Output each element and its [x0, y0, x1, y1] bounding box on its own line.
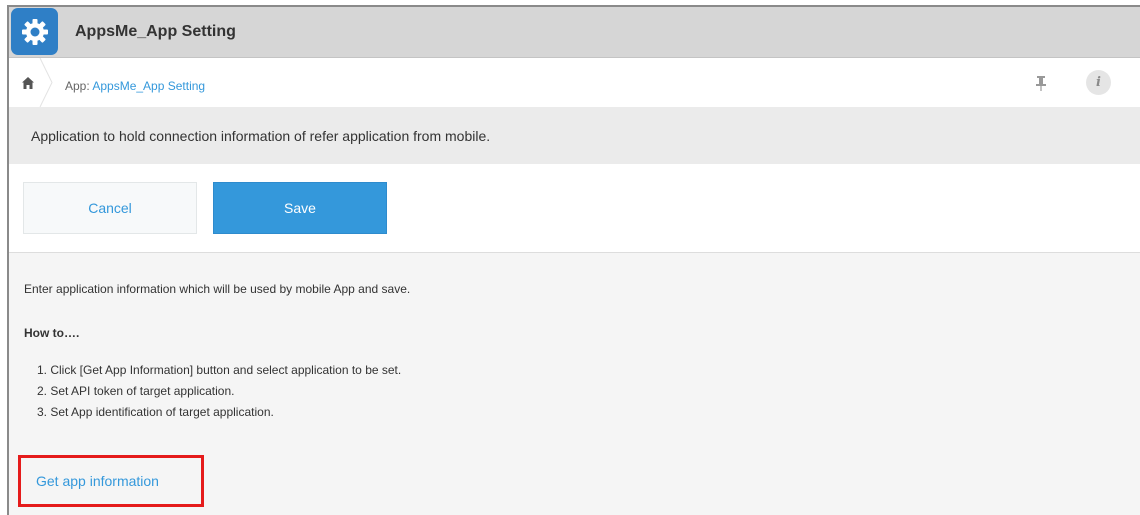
- settings-content: Enter application information which will…: [9, 253, 1140, 515]
- breadcrumb-current: App: AppsMe_App Setting: [65, 79, 205, 93]
- pin-icon-graphic: [1036, 76, 1046, 91]
- intro-text: Enter application information which will…: [24, 282, 411, 296]
- info-icon[interactable]: i: [1086, 70, 1111, 95]
- breadcrumb: App: AppsMe_App Setting i: [9, 58, 1140, 107]
- gear-icon[interactable]: [11, 8, 58, 55]
- gear-icon-graphic: [21, 18, 48, 45]
- step-item: 1. Click [Get App Information] button an…: [37, 363, 402, 377]
- app-window: AppsMe_App Setting App: AppsMe_App Setti…: [7, 5, 1140, 515]
- get-app-information-link[interactable]: Get app information: [36, 473, 159, 489]
- breadcrumb-prefix: App:: [65, 79, 93, 93]
- app-description: Application to hold connection informati…: [31, 128, 491, 144]
- get-app-info-highlight: Get app information: [18, 455, 204, 507]
- home-icon-graphic: [22, 76, 34, 89]
- app-description-bar: Application to hold connection informati…: [9, 107, 1140, 164]
- breadcrumb-app-link[interactable]: AppsMe_App Setting: [92, 79, 205, 93]
- save-button[interactable]: Save: [213, 182, 387, 234]
- title-bar: AppsMe_App Setting: [9, 7, 1140, 58]
- howto-heading: How to….: [24, 326, 80, 340]
- steps-list: 1. Click [Get App Information] button an…: [37, 360, 401, 423]
- step-item: 2. Set API token of target application.: [37, 384, 235, 398]
- step-item: 3. Set App identification of target appl…: [37, 405, 274, 419]
- form-toolbar: Cancel Save: [9, 164, 1140, 253]
- pin-icon[interactable]: [1031, 73, 1051, 93]
- app-title: AppsMe_App Setting: [75, 23, 236, 40]
- breadcrumb-separator: [39, 58, 53, 107]
- cancel-button[interactable]: Cancel: [23, 182, 197, 234]
